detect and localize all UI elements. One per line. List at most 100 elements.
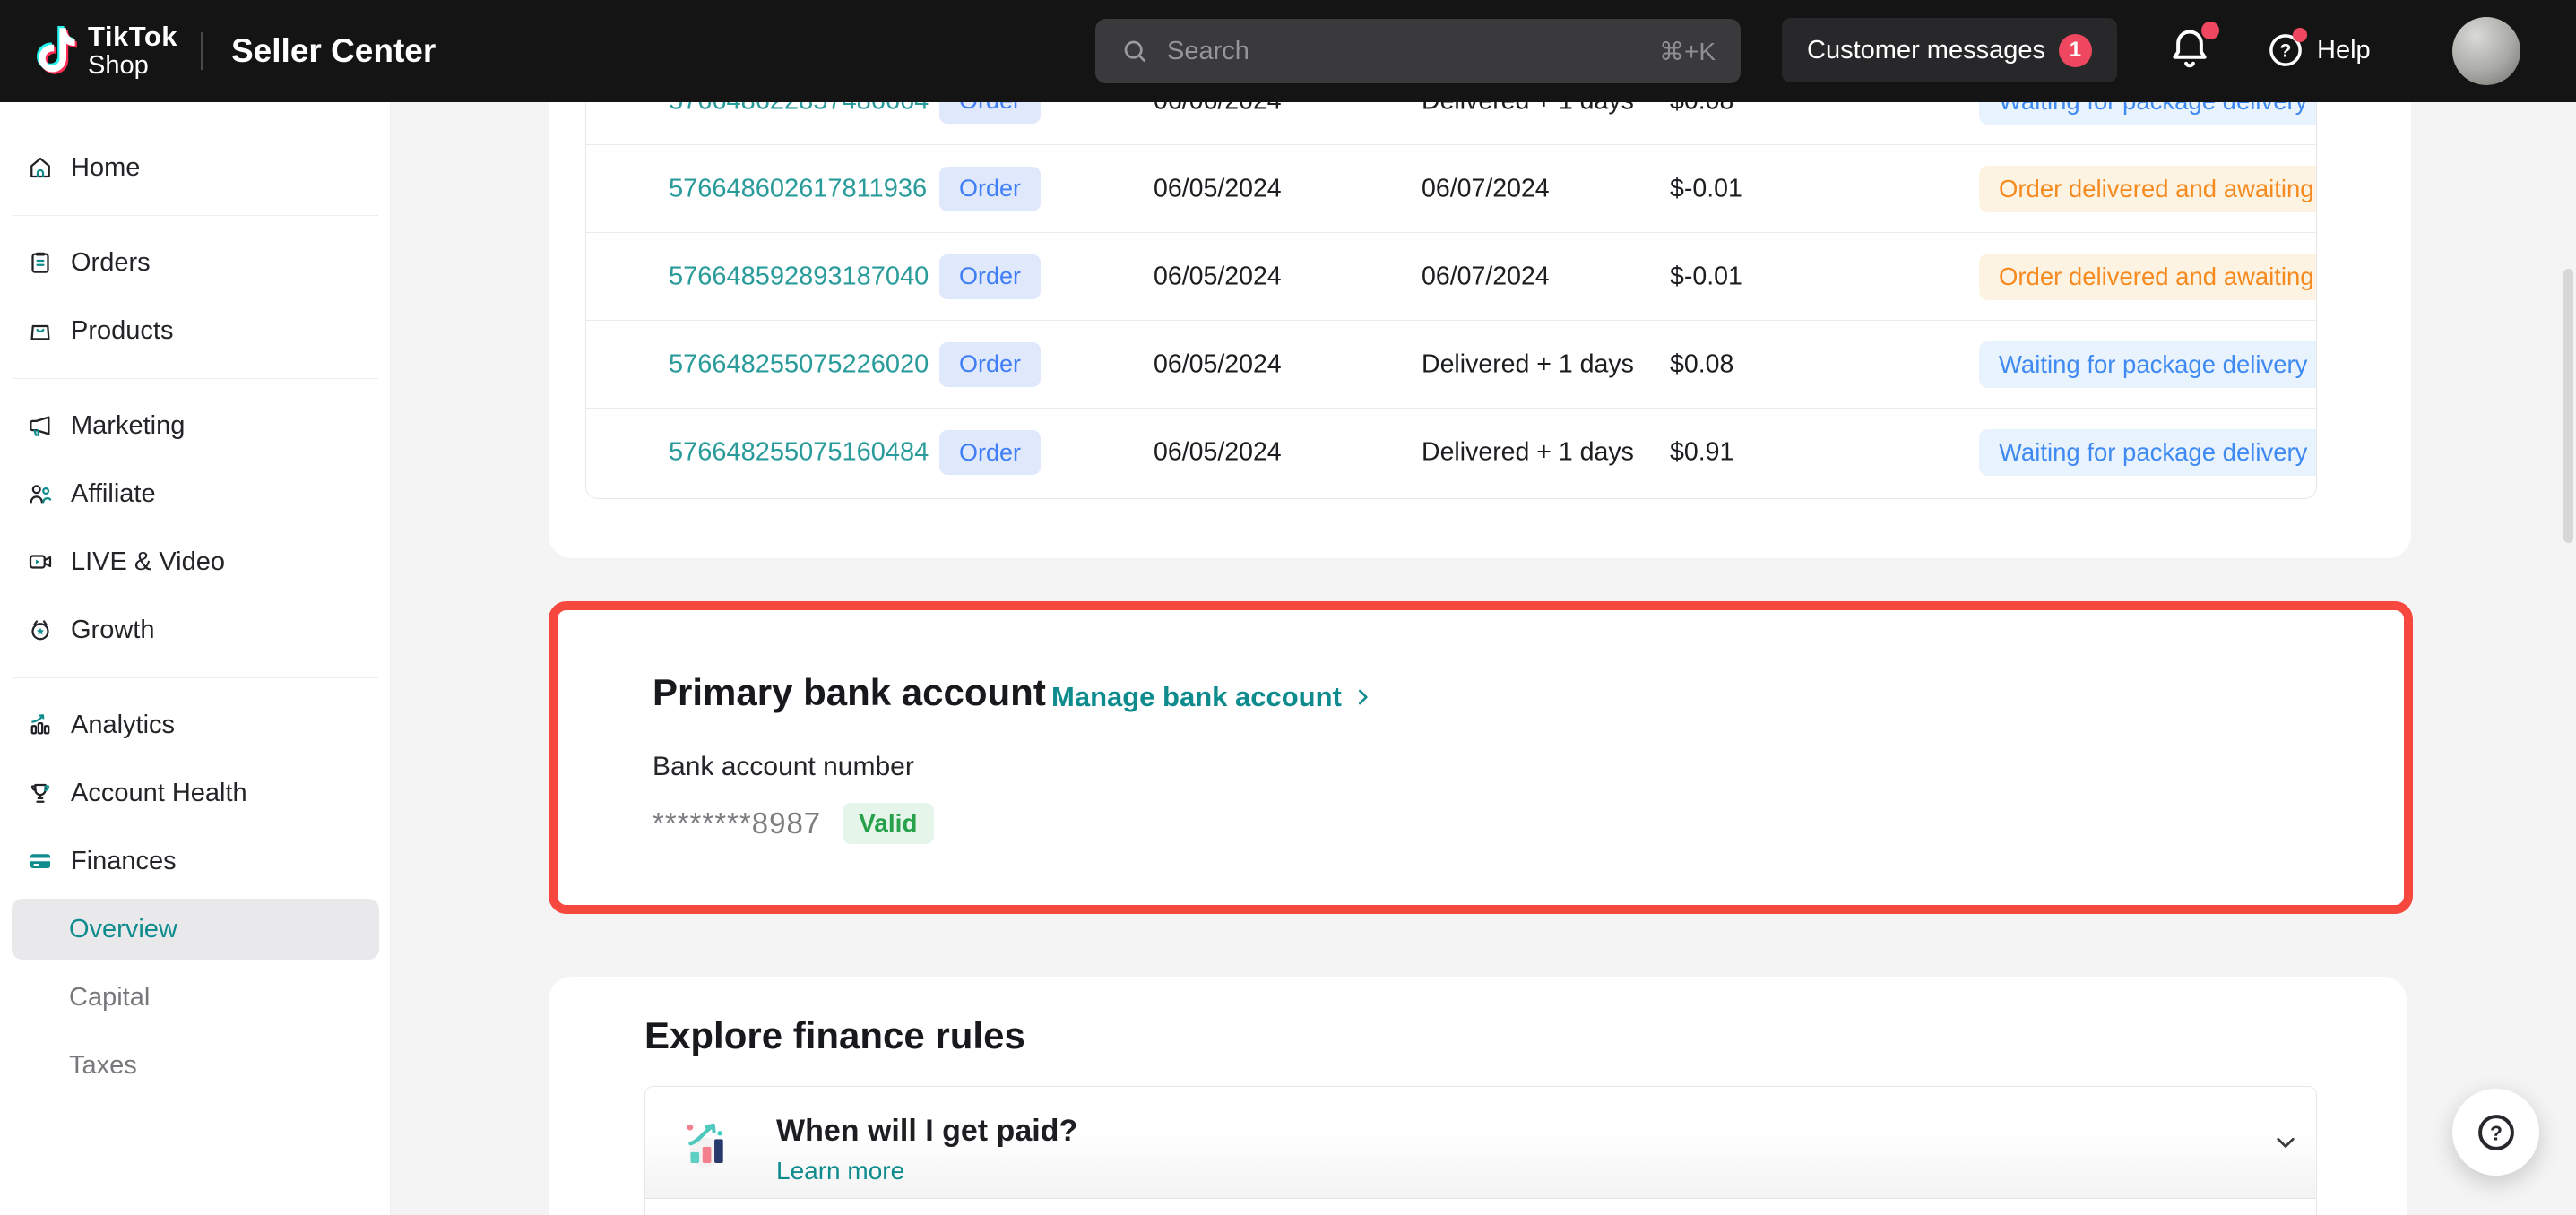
table-row: 576648255075160484 Order 06/05/2024 Deliver…	[586, 409, 2316, 496]
table-row: 576648592893187040Order06/05/202406/07/2…	[586, 233, 2316, 321]
brand-line2: Shop	[88, 52, 177, 80]
status-badge: Waiting for package delivery	[1979, 429, 2317, 476]
learn-more-link[interactable]: Learn more	[776, 1157, 904, 1185]
order-id-link[interactable]: 576648255075226020	[669, 349, 929, 379]
order-id-link[interactable]: 576648592893187040	[669, 262, 929, 291]
sidebar-item-home[interactable]: Home	[12, 137, 379, 198]
sidebar-item-taxes[interactable]: Taxes	[12, 1035, 379, 1096]
header-divider	[201, 32, 203, 70]
sidebar-item-label: Overview	[69, 915, 177, 944]
sidebar-item-label: Taxes	[69, 1051, 137, 1081]
help-label: Help	[2317, 36, 2371, 65]
page-scrollbar-thumb[interactable]	[2563, 269, 2573, 543]
customer-messages-label: Customer messages	[1807, 36, 2045, 65]
status-badge: Waiting for package delivery	[1979, 341, 2317, 388]
order-type-tag: Order	[939, 342, 1041, 387]
valid-status-badge: Valid	[843, 803, 933, 844]
primary-bank-account-card: Primary bank account Manage bank account…	[549, 601, 2413, 914]
settlement-date: Delivered + 1 days	[1422, 349, 1634, 379]
order-date: 06/05/2024	[1154, 349, 1282, 379]
sidebar-item-finances[interactable]: Finances	[12, 831, 379, 892]
manage-bank-account-link[interactable]: Manage bank account	[1051, 681, 1374, 713]
table-row: 576648602617811936 Order 06/05/2024 06/07/2…	[586, 145, 2316, 233]
help-button[interactable]: ? Help	[2266, 30, 2371, 70]
sidebar-item-label: Orders	[71, 248, 151, 278]
accordion-item-next[interactable]	[645, 1199, 2316, 1215]
sidebar-item-label: LIVE & Video	[71, 547, 225, 577]
sidebar-divider	[13, 215, 378, 216]
settlement-date: 06/07/2024	[1422, 174, 1550, 203]
sidebar-item-label: Analytics	[71, 711, 175, 740]
search-input[interactable]	[1167, 37, 1659, 66]
analytics-icon	[27, 711, 54, 738]
sidebar-item-live-video[interactable]: LIVE & Video	[12, 531, 379, 592]
settlements-table: 576648622857486664Order06/06/2024Deliver…	[585, 56, 2317, 499]
question-mark-icon: ?	[2474, 1110, 2519, 1155]
status-badge: Order delivered and awaiting se	[1979, 254, 2317, 300]
sidebar-item-products[interactable]: Products	[12, 300, 379, 361]
table-row: 576648255075226020 Order 06/05/2024 Deliver…	[586, 321, 2316, 409]
sidebar-item-label: Account Health	[71, 779, 247, 808]
search-shortcut-hint: ⌘+K	[1659, 37, 1716, 66]
bank-card-title: Primary bank account	[653, 671, 1046, 714]
sidebar-item-marketing[interactable]: Marketing	[12, 395, 379, 456]
settlement-amount: $0.08	[1670, 349, 1733, 379]
order-date: 06/05/2024	[1154, 438, 1282, 468]
settlement-date: Delivered + 1 days	[1422, 438, 1634, 468]
order-type-tag: Order	[939, 254, 1041, 299]
settlement-date: 06/07/2024	[1422, 262, 1550, 291]
bank-account-number-value: ********8987	[653, 806, 821, 840]
manage-bank-account-label: Manage bank account	[1051, 681, 1342, 713]
accordion-item-when-paid[interactable]: When will I get paid? Learn more	[645, 1087, 2316, 1199]
sidebar-item-account-health[interactable]: Account Health	[12, 763, 379, 823]
messages-count-badge: 1	[2059, 34, 2092, 67]
order-date: 06/05/2024	[1154, 174, 1282, 203]
status-badge: Order delivered and awaiting se	[1979, 166, 2317, 212]
sidebar-item-orders[interactable]: Orders	[12, 232, 379, 293]
order-type-tag: Order	[939, 430, 1041, 475]
sidebar-item-label: Capital	[69, 983, 150, 1012]
settlement-amount: $-0.01	[1670, 262, 1742, 291]
settlements-table-card: 576648622857486664Order06/06/2024Deliver…	[549, 30, 2411, 558]
home-icon	[27, 154, 54, 181]
sidebar-item-growth[interactable]: Growth	[12, 599, 379, 660]
orders-icon	[27, 249, 54, 276]
bank-account-number-label: Bank account number	[653, 752, 914, 782]
explore-finance-rules-card: Explore finance rules When will I get pa…	[549, 977, 2407, 1215]
sidebar-item-label: Marketing	[71, 411, 185, 441]
page-title: Seller Center	[231, 32, 436, 70]
notification-dot	[2201, 22, 2219, 39]
notifications-button[interactable]	[2167, 25, 2217, 79]
account-health-icon	[27, 780, 54, 806]
sidebar-item-affiliate[interactable]: Affiliate	[12, 463, 379, 524]
marketing-icon	[27, 412, 54, 439]
brand-logo-text[interactable]: TikTok Shop	[88, 21, 177, 80]
sidebar-item-label: Growth	[71, 616, 154, 645]
customer-messages-button[interactable]: Customer messages 1	[1782, 18, 2117, 82]
order-id-link[interactable]: 576648255075160484	[669, 438, 929, 468]
explore-finance-rules-title: Explore finance rules	[644, 1014, 1025, 1057]
finances-icon	[27, 848, 54, 875]
order-type-tag: Order	[939, 167, 1041, 211]
global-search[interactable]: ⌘+K	[1095, 19, 1741, 83]
chevron-right-icon	[1351, 685, 1374, 709]
top-header: TikTok Shop Seller Center ⌘+K Customer m…	[0, 0, 2576, 102]
settlement-amount: $-0.01	[1670, 174, 1742, 203]
svg-text:?: ?	[2490, 1121, 2503, 1144]
sidebar-divider	[13, 378, 378, 379]
growth-icon	[27, 616, 54, 643]
affiliate-icon	[27, 480, 54, 507]
help-dot	[2293, 28, 2307, 42]
sidebar-item-analytics[interactable]: Analytics	[12, 694, 379, 755]
chevron-down-icon[interactable]	[2269, 1126, 2302, 1159]
brand-line1: TikTok	[88, 21, 177, 52]
sidebar-item-capital[interactable]: Capital	[12, 967, 379, 1028]
finance-rules-accordion: When will I get paid? Learn more	[644, 1086, 2317, 1215]
sidebar-item-label: Products	[71, 316, 173, 346]
order-id-link[interactable]: 576648602617811936	[669, 174, 927, 203]
settlement-amount: $0.91	[1670, 438, 1733, 468]
sidebar-item-overview[interactable]: Overview	[12, 899, 379, 960]
floating-help-button[interactable]: ?	[2452, 1089, 2539, 1176]
products-icon	[27, 317, 54, 344]
account-avatar[interactable]	[2452, 17, 2520, 85]
